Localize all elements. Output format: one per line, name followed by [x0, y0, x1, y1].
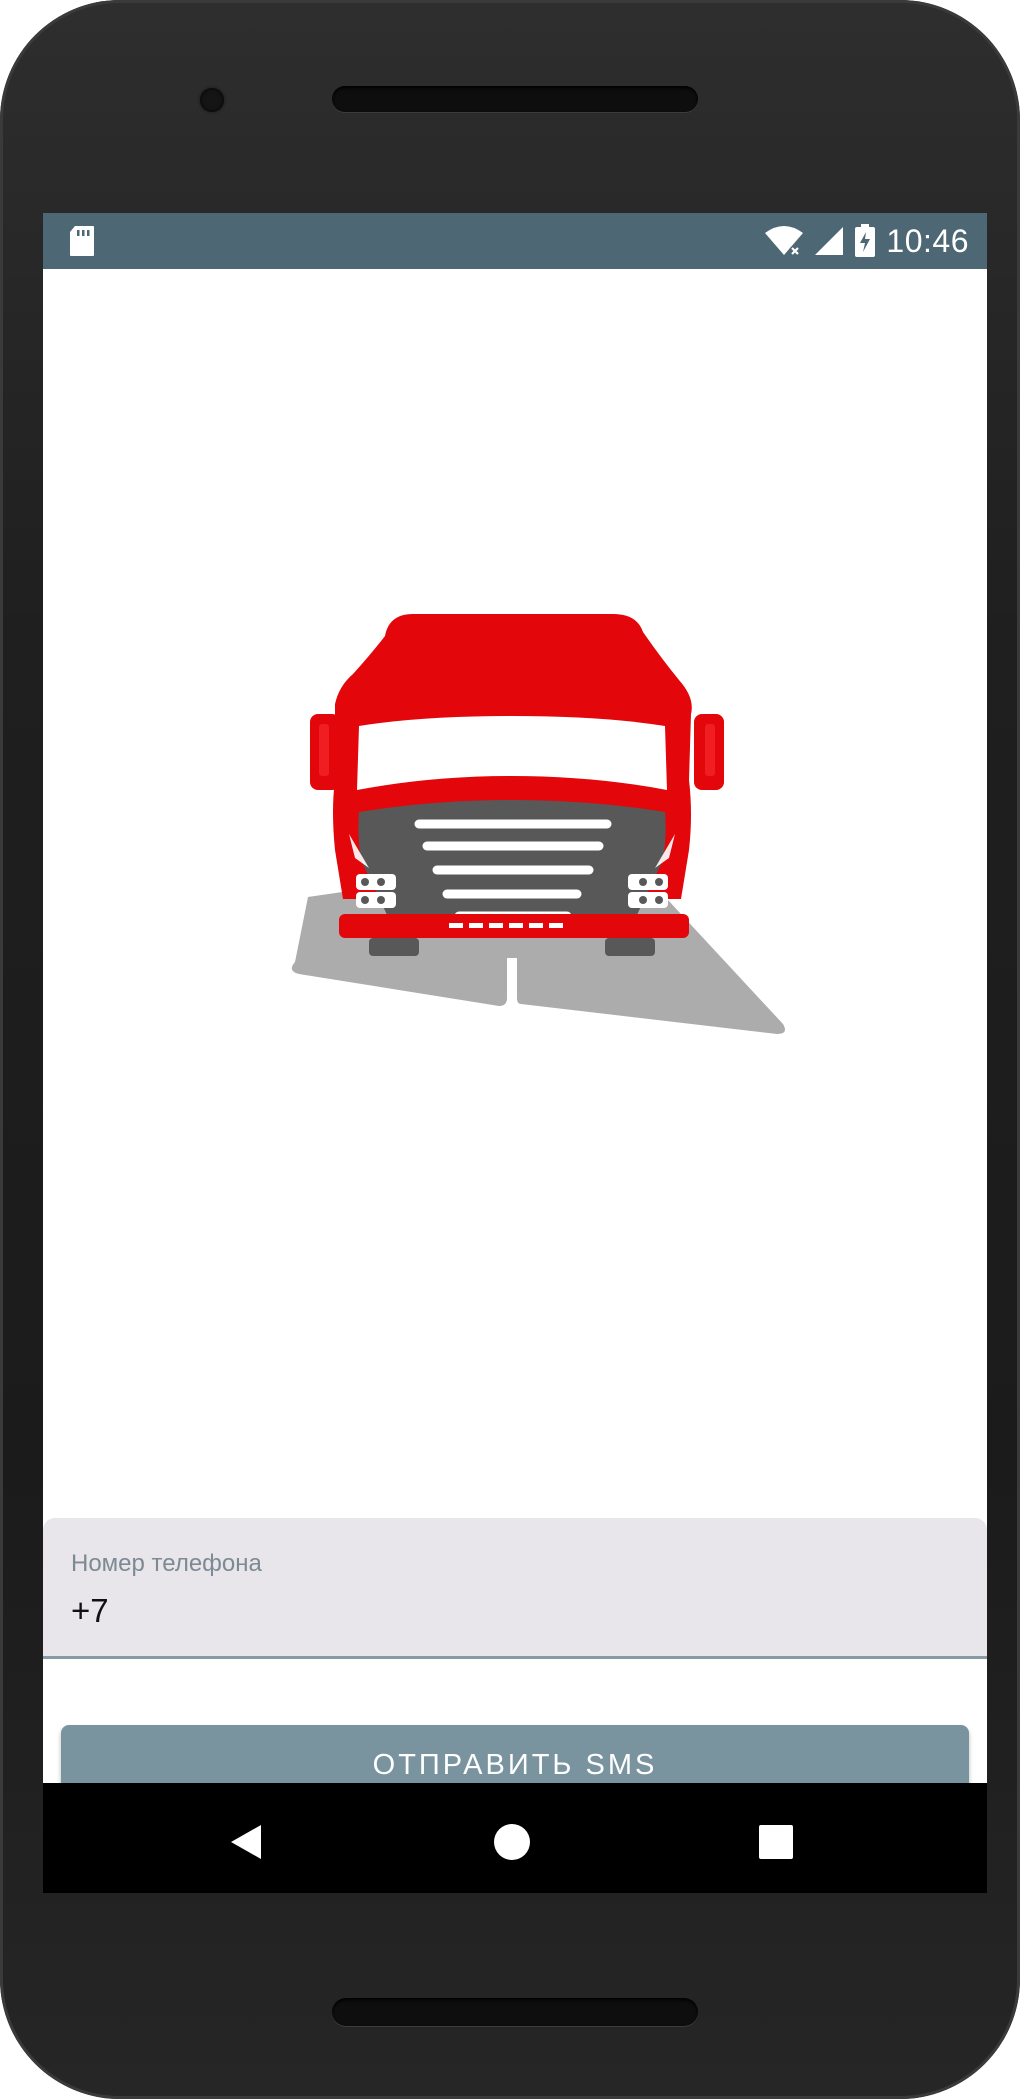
bottom-speaker: [332, 1998, 698, 2026]
sd-card-icon: [70, 226, 94, 256]
wifi-icon: [765, 226, 804, 257]
phone-input[interactable]: +7: [71, 1592, 109, 1630]
truck-logo: [291, 614, 785, 1034]
home-icon[interactable]: [494, 1824, 530, 1860]
truck-grille: [358, 800, 666, 926]
status-bar: 10:46: [43, 213, 987, 269]
earpiece-speaker: [332, 86, 698, 112]
front-camera: [200, 88, 224, 112]
status-icons: 10:46: [764, 213, 969, 269]
signal-icon: [815, 227, 844, 255]
back-icon[interactable]: [229, 1823, 263, 1861]
battery-charging-icon: [855, 224, 876, 257]
phone-field-label: Номер телефона: [71, 1550, 262, 1577]
device-screen: 10:46 Номер телефона +7 ОТПРАВИТЬ SMS: [43, 213, 987, 1893]
recents-icon[interactable]: [759, 1825, 793, 1859]
phone-frame: 10:46 Номер телефона +7 ОТПРАВИТЬ SMS: [0, 0, 1020, 2099]
phone-number-field[interactable]: Номер телефона +7: [43, 1518, 987, 1659]
navigation-bar: [43, 1783, 987, 1893]
status-time: 10:46: [886, 222, 969, 259]
login-screen: Номер телефона +7 ОТПРАВИТЬ SMS: [43, 269, 987, 1805]
